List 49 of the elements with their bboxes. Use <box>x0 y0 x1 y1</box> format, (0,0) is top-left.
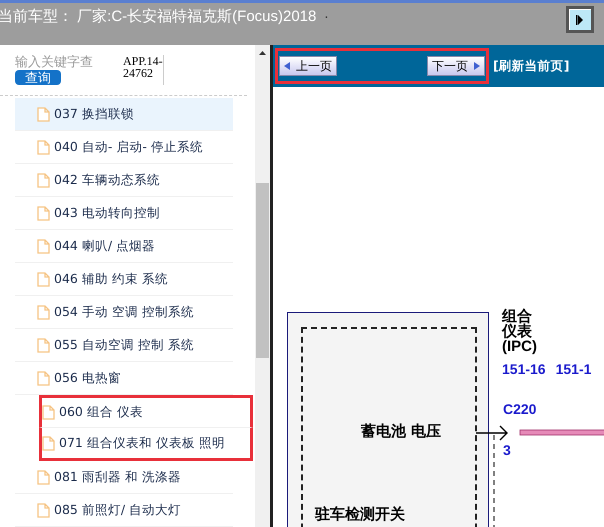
document-icon <box>37 470 50 484</box>
list-item[interactable]: 055 自动空调 控制 系统 <box>15 329 233 362</box>
scroll-thumb[interactable] <box>256 183 269 358</box>
component-label: 仪表 <box>502 324 533 339</box>
toggle-button[interactable] <box>566 6 594 33</box>
component-label: (IPC) <box>502 339 537 354</box>
search-button[interactable]: 查询 <box>15 70 61 85</box>
arrow-right-icon <box>575 14 585 26</box>
document-icon <box>37 106 50 122</box>
document-icon <box>37 338 50 352</box>
app-code: APP.14-24762 <box>123 55 164 85</box>
document-icon <box>37 206 50 220</box>
document-icon <box>42 405 55 420</box>
document-icon <box>37 370 50 386</box>
arrow-left-icon <box>284 62 290 70</box>
list-item[interactable]: 046 辅助 约束 系统 <box>15 263 233 296</box>
document-icon <box>42 436 55 450</box>
list-item[interactable]: 043 电动转向控制 <box>15 197 233 230</box>
switch-label: 驻车检测开关 <box>315 505 405 524</box>
document-icon <box>37 172 50 188</box>
arrow-right-icon <box>474 62 480 70</box>
list-item[interactable]: 060 组合 仪表 <box>39 395 253 428</box>
list-item[interactable]: 071 组合仪表和 仪表板 照明 <box>39 428 253 461</box>
list-item[interactable]: 054 手动 空调 控制系统 <box>15 296 233 329</box>
list-item[interactable]: 056 电热窗 <box>15 362 233 395</box>
list-item[interactable]: 042 车辆动态系统 <box>15 164 233 197</box>
module-label: 蓄电池 电压 <box>361 422 442 441</box>
next-page-button[interactable]: 下一页 <box>427 56 485 76</box>
previous-page-button[interactable]: 上一页 <box>279 56 337 76</box>
pin-label: 151-1 <box>556 361 592 377</box>
dot: . <box>324 7 329 22</box>
scrollbar[interactable] <box>255 45 273 527</box>
list-item[interactable]: 037 换挡联锁 <box>15 98 233 131</box>
pin-number: 3 <box>503 442 511 458</box>
list-item[interactable]: 085 前照灯/ 自动大灯 <box>15 494 233 527</box>
connector-arrow <box>476 425 508 441</box>
list-item[interactable]: 044 喇叭/ 点烟器 <box>15 230 233 263</box>
scroll-up-icon <box>259 51 266 55</box>
document-icon <box>37 272 50 286</box>
document-icon <box>37 304 50 320</box>
list-item[interactable]: 081 雨刮器 和 洗涤器 <box>15 461 233 494</box>
list-item[interactable]: 040 自动- 启动- 停止系统 <box>15 131 233 164</box>
document-icon <box>37 502 50 518</box>
pin-label: 151-16 <box>502 361 546 377</box>
document-icon <box>37 238 50 254</box>
refresh-link[interactable]: [刷新当前页] <box>493 58 570 74</box>
connector-label: C220 <box>503 401 536 417</box>
document-icon <box>37 140 50 154</box>
component-label: 组合 <box>502 309 533 324</box>
